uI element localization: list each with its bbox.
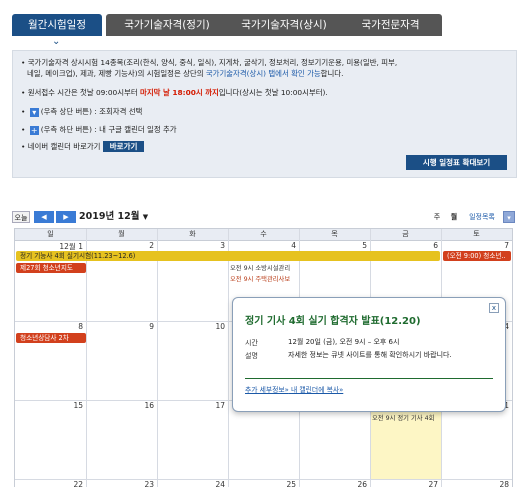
highlighted-day-cell[interactable] [370, 401, 441, 479]
weekday-label: 월 [118, 230, 125, 238]
info-line-2: 네일, 메이크업), 제과, 제빵 기능사)의 시험일정은 상단의 국가기술자격… [27, 69, 344, 78]
day-number[interactable]: 15 [53, 401, 83, 410]
day-number[interactable]: 28 [479, 480, 509, 487]
close-icon[interactable]: x [489, 303, 499, 313]
weekday-label: 목 [331, 230, 338, 238]
today-button[interactable]: 오늘 [12, 211, 30, 223]
info-line-4: • ▾ (우측 상단 버튼) : 조회자격 선택 [21, 107, 143, 117]
tab-national-professional[interactable]: 국가전문자격 [339, 14, 442, 36]
prev-month-button[interactable]: ◀ [34, 211, 54, 223]
event-detail-popup: x 정기 기사 4회 실기 합격자 발표(12.20) 시간 12월 20일 (… [232, 297, 506, 412]
weekday-label: 금 [402, 230, 409, 238]
day-number[interactable]: 25 [266, 480, 296, 487]
info-line-5: • + (우측 하단 버튼) : 내 구글 캘린더 일정 추가 [21, 125, 177, 135]
description-label: 설명 [245, 352, 258, 360]
info-line-1: • 국가기술자격 상시시험 14종목(조리(한식, 양식, 중식, 일식), 지… [21, 58, 398, 67]
time-label: 시간 [245, 339, 258, 347]
day-number[interactable]: 23 [124, 480, 154, 487]
day-number[interactable]: 4 [266, 241, 296, 250]
day-number[interactable]: 26 [337, 480, 367, 487]
tab-national-technical-regular[interactable]: 국가기술자격(정기) [106, 14, 228, 36]
day-number[interactable]: 3 [195, 241, 225, 250]
week-view-button[interactable]: 주 [430, 211, 444, 223]
calendar-select-dropdown[interactable]: ▾ [503, 211, 515, 223]
day-number[interactable]: 16 [124, 401, 154, 410]
weekday-label: 화 [189, 230, 196, 238]
event-bar[interactable]: 정기 기능사 4회 실기시험(11.23~12.6) [16, 251, 440, 261]
dropdown-icon: ▾ [29, 108, 39, 117]
day-number[interactable]: 9 [124, 322, 154, 331]
event-bar[interactable]: (오전 9:00) 청소년.. [443, 251, 511, 261]
description-value: 자세한 정보는 큐넷 사이트를 통해 확인하시기 바랍니다. [288, 351, 452, 359]
next-month-button[interactable]: ▶ [56, 211, 76, 223]
info-line-6: • 네이버 캘린더 바로가기 바로가기 [21, 141, 145, 152]
schedule-enlarge-button[interactable]: 시행 일정표 확대보기 [406, 155, 507, 170]
chevron-down-icon: ⌄ [52, 36, 61, 47]
calendar-toolbar: 오늘 ◀ ▶ 2019년 12월 ▼ 주 월 일정목록 ▾ [12, 211, 517, 225]
time-value: 12월 20일 (금), 오전 9시 – 오후 6시 [288, 338, 400, 346]
popup-links: 추가 세부정보» 내 캘린더에 복사» [245, 384, 343, 394]
day-number[interactable]: 24 [195, 480, 225, 487]
naver-calendar-go-button[interactable]: 바로가기 [102, 141, 145, 152]
popup-title: 정기 기사 4회 실기 합격자 발표(12.20) [245, 316, 421, 327]
tab-national-technical-ondemand[interactable]: 국가기술자격(상시) [222, 14, 346, 36]
day-number[interactable]: 10 [195, 322, 225, 331]
day-number[interactable]: 5 [337, 241, 367, 250]
day-number[interactable]: 8 [53, 322, 83, 331]
day-number[interactable]: 17 [195, 401, 225, 410]
list-view-button[interactable]: 일정목록 [464, 211, 500, 223]
plus-icon: + [29, 126, 39, 135]
event-item[interactable]: 오전 9시 주택관리사보 [230, 275, 298, 284]
day-number[interactable]: 2 [124, 241, 154, 250]
day-number[interactable]: 6 [408, 241, 438, 250]
event-item[interactable]: 오전 9시 정기 기사 4회 [372, 414, 440, 423]
day-number[interactable]: 7 [479, 241, 509, 250]
day-number[interactable]: 27 [408, 480, 438, 487]
chevron-down-icon: ▼ [142, 213, 149, 221]
tab-monthly-schedule[interactable]: 월간시험일정 [12, 14, 102, 36]
current-month[interactable]: 2019년 12월 ▼ [79, 211, 148, 223]
schedule-tabs: 월간시험일정 국가기술자격(정기) 국가기술자격(상시) 국가전문자격 [12, 14, 517, 36]
more-details-link[interactable]: 추가 세부정보» [245, 386, 289, 394]
event-bar[interactable]: 제27회 청소년지도 [16, 263, 86, 273]
event-bar[interactable]: 청소년상담사 2차 [16, 333, 86, 343]
weekday-label: 일 [47, 230, 54, 238]
weekday-header: 일 월 화 수 목 금 토 [15, 229, 512, 241]
info-panel: • 국가기술자격 상시시험 14종목(조리(한식, 양식, 중식, 일식), 지… [12, 50, 517, 178]
day-number[interactable]: 22 [53, 480, 83, 487]
info-line-3: • 원서접수 시간은 첫날 09:00시부터 마지막 날 18:00시 까지입니… [21, 88, 328, 97]
divider [245, 378, 493, 379]
month-view-button[interactable]: 월 [447, 211, 461, 223]
event-item[interactable]: 오전 9시 소방시설관리 [230, 264, 298, 273]
weekday-label: 토 [473, 230, 480, 238]
copy-to-calendar-link[interactable]: 내 캘린더에 복사» [291, 386, 343, 394]
weekday-label: 수 [260, 230, 267, 238]
